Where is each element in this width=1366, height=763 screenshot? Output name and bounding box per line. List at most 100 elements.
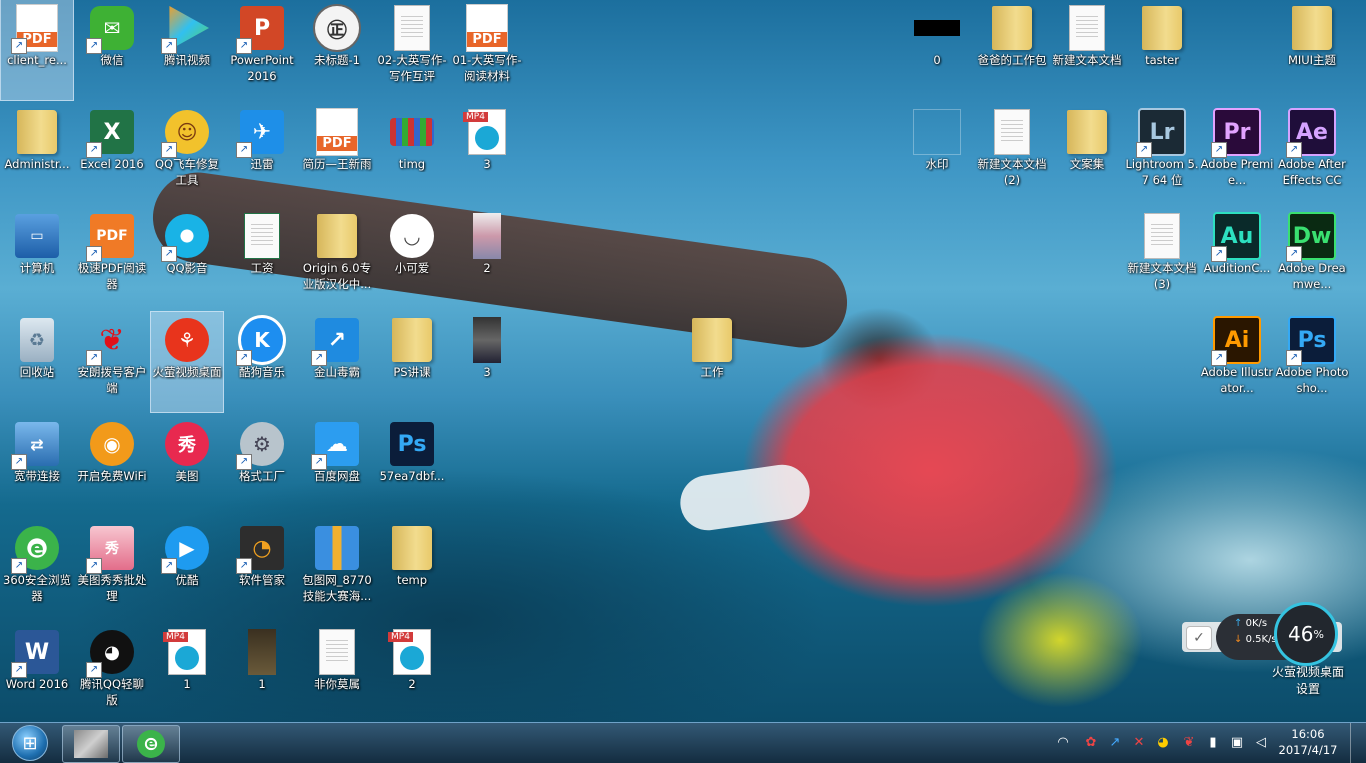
desktop-icon-administrator[interactable]: Administr... — [1, 104, 73, 204]
browser-360-icon: e ↗ — [11, 524, 61, 574]
desktop-icon-salary[interactable]: 工资 — [226, 208, 298, 308]
desktop-icon-qq-player[interactable]: ↗ QQ影音 — [151, 208, 223, 308]
desktop-icon-recycle-bin[interactable]: ♻ 回收站 — [1, 312, 73, 412]
memory-percent-ring[interactable]: 46% — [1274, 602, 1338, 666]
network-tray-icon[interactable]: ▣ — [1228, 734, 1246, 752]
qq-tray-icon[interactable]: ◕ — [1154, 734, 1172, 752]
desktop-icon-image-1[interactable]: 1 — [226, 624, 298, 722]
desktop-icon-huoying[interactable]: ⚘ 火萤视频桌面 — [150, 311, 224, 413]
desktop-icon-illustrator[interactable]: Ai ↗ Adobe Illustrator... — [1201, 312, 1273, 412]
desktop-icon-label: 腾讯视频 — [164, 53, 210, 67]
desktop-icon-resume-pdf[interactable]: PDF 简历—王新雨 — [301, 104, 373, 204]
desktop-icon-lightroom[interactable]: Lr ↗ Lightroom 5.7 64 位 — [1125, 104, 1199, 204]
usb-tray-icon[interactable]: ▮ — [1204, 734, 1222, 752]
desktop-icon-format-factory[interactable]: ⚙ ↗ 格式工厂 — [226, 416, 298, 516]
desktop-icon-qq-speed-repair[interactable]: ☺ ↗ QQ飞车修复工具 — [151, 104, 223, 204]
desktop-icon-temp[interactable]: temp — [376, 520, 448, 620]
desktop-icon-mp4-2[interactable]: MP4 2 — [376, 624, 448, 722]
desktop-icon-label: 迅雷 — [250, 157, 274, 171]
checkmark-icon[interactable]: ✓ — [1186, 626, 1212, 650]
wifi-tray-icon[interactable]: ◠ — [1054, 734, 1072, 752]
image-thumbnail-icon — [463, 212, 511, 260]
widget-label[interactable]: 火萤视频桌面设置 — [1270, 664, 1346, 698]
desktop-wallpaper: PDF ↗ client_re... Administr... ▭ 计算机 ♻ 回… — [0, 0, 1366, 722]
desktop-icon-copywriting[interactable]: 文案集 — [1051, 104, 1123, 204]
huoying-icon: ⚘ — [163, 316, 211, 364]
taskbar-app-360-browser[interactable]: e — [122, 725, 180, 763]
desktop-icon-reading-material[interactable]: PDF 01-大英写作-阅读材料 — [451, 0, 523, 100]
meitu-batch-icon: 秀 ↗ — [86, 524, 136, 574]
text-file-icon — [1063, 4, 1111, 52]
desktop-icon-excel-2016[interactable]: X ↗ Excel 2016 — [76, 104, 148, 204]
desktop-icon-origin-folder[interactable]: Origin 6.0专业版汉化中... — [301, 208, 373, 308]
desktop-icon-dad-work[interactable]: 爸爸的工作包 — [976, 0, 1048, 100]
desktop-icon-premiere[interactable]: Pr ↗ Adobe Premie... — [1201, 104, 1273, 204]
desktop-icon-youku[interactable]: ▶ ↗ 优酷 — [151, 520, 223, 620]
desktop-icon-client-pdf[interactable]: PDF ↗ client_re... — [0, 0, 74, 101]
desktop-icon-meitu-batch[interactable]: 秀 ↗ 美图秀秀批处理 — [76, 520, 148, 620]
desktop-icon-new-text[interactable]: 新建文本文档 — [1051, 0, 1123, 100]
start-button[interactable]: ⊞ — [4, 724, 56, 762]
desktop-icon-dialer[interactable]: ❦ ↗ 安朗拨号客户端 — [76, 312, 148, 412]
desktop-icon-untitled-1[interactable]: ㊣ 未标题-1 — [301, 0, 373, 100]
desktop-icon-zip-archive[interactable]: 包图网_8770技能大赛海... — [301, 520, 373, 620]
folder-icon — [388, 316, 436, 364]
desktop-icon-baidu-netdisk[interactable]: ☁ ↗ 百度网盘 — [301, 416, 373, 516]
show-desktop-button[interactable] — [1350, 723, 1365, 763]
desktop-icon-word-2016[interactable]: W ↗ Word 2016 — [1, 624, 73, 722]
desktop-icon-powerpoint[interactable]: P ↗ PowerPoint 2016 — [226, 0, 298, 100]
huoying-tray-icon[interactable]: ✿ — [1082, 734, 1100, 752]
duba-tray-icon[interactable]: ↗ — [1106, 734, 1124, 752]
volume-tray-icon[interactable]: ◁ — [1252, 734, 1270, 752]
network-icon: ⇄ ↗ — [11, 420, 61, 470]
desktop-icon-software-manager[interactable]: ◔ ↗ 软件管家 — [226, 520, 298, 620]
desktop-icon-image-3[interactable]: 3 — [451, 312, 523, 412]
desktop-icon-writing-peer-review[interactable]: 02-大英写作-写作互评 — [376, 0, 448, 100]
desktop-icon-mp4-3[interactable]: MP4 3 — [451, 104, 523, 204]
desktop-icon-label: QQ影音 — [166, 261, 208, 275]
security-tray-icon[interactable]: ✕ — [1130, 734, 1148, 752]
desktop-icon-image-2[interactable]: 2 — [451, 208, 523, 308]
desktop-icon-label: Adobe After Effects CC — [1278, 157, 1346, 187]
desktop-icon-duba[interactable]: ↗ ↗ 金山毒霸 — [301, 312, 373, 412]
desktop-icon-broadband[interactable]: ⇄ ↗ 宽带连接 — [1, 416, 73, 516]
desktop-icon-photoshop[interactable]: Ps ↗ Adobe Photosho... — [1276, 312, 1348, 412]
desktop-icon-label: 工作 — [700, 365, 724, 379]
desktop-icon-after-effects[interactable]: Ae ↗ Adobe After Effects CC — [1276, 104, 1348, 204]
desktop-icon-360-browser[interactable]: e ↗ 360安全浏览器 — [1, 520, 73, 620]
desktop-icon-watermark[interactable]: 水印 — [901, 104, 973, 204]
desktop-icon-ps-lecture[interactable]: PS讲课 — [376, 312, 448, 412]
powerpoint-icon: P ↗ — [236, 4, 286, 54]
desktop-icon-wechat[interactable]: ✉ ↗ 微信 — [76, 0, 148, 100]
desktop-icon-meitu[interactable]: 秀 美图 — [151, 416, 223, 516]
desktop-icon-pdf-reader[interactable]: PDF ↗ 极速PDF阅读器 — [76, 208, 148, 308]
desktop-icon-feinimoshu[interactable]: 非你莫属 — [301, 624, 373, 722]
desktop-icon-miui-theme[interactable]: MIUI主题 — [1276, 0, 1348, 100]
desktop-icon-tencent-video[interactable]: ↗ 腾讯视频 — [151, 0, 223, 100]
taskbar-app-photo-viewer[interactable] — [62, 725, 120, 763]
desktop-icon-zero[interactable]: 0 — [901, 0, 973, 100]
desktop-icon-computer[interactable]: ▭ 计算机 — [1, 208, 73, 308]
desktop-icon-label: 1 — [183, 677, 191, 691]
desktop-icon-kugou[interactable]: K ↗ 酷狗音乐 — [226, 312, 298, 412]
folder-icon — [1063, 108, 1111, 156]
word-file-icon — [313, 628, 361, 676]
desktop-icon-new-text-2[interactable]: 新建文本文档 (2) — [976, 104, 1048, 204]
desktop-icon-mp4-1[interactable]: MP4 1 — [151, 624, 223, 722]
desktop-icon-qq-lite[interactable]: ◕ ↗ 腾讯QQ轻聊版 — [76, 624, 148, 722]
system-clock[interactable]: 16:06 2017/4/17 — [1278, 726, 1338, 758]
desktop-icon-free-wifi[interactable]: ◉ 开启免费WiFi — [76, 416, 148, 516]
desktop-icon-xunlei[interactable]: ✈ ↗ 迅雷 — [226, 104, 298, 204]
desktop-icon-audition[interactable]: Au ↗ AuditionC... — [1201, 208, 1273, 308]
desktop-icon-dreamweaver[interactable]: Dw ↗ Adobe Dreamwe... — [1276, 208, 1348, 308]
dialer-tray-icon[interactable]: ❦ — [1180, 734, 1198, 752]
desktop-icon-xiaokeai[interactable]: ◡ 小可爱 — [376, 208, 448, 308]
desktop-icon-work-folder[interactable]: 工作 — [676, 312, 748, 412]
desktop-icon-psd-file[interactable]: Ps 57ea7dbf... — [376, 416, 448, 516]
desktop-icon-timg[interactable]: timg — [376, 104, 448, 204]
network-speed-widget[interactable]: ✓ ↑ 0K/s ↓ 0.5K/s 46% — [1182, 600, 1352, 670]
desktop-icon-new-text-3[interactable]: 新建文本文档 (3) — [1126, 208, 1198, 308]
qq-speed-icon: ☺ ↗ — [161, 108, 211, 158]
desktop-icon-taster[interactable]: taster — [1126, 0, 1198, 100]
desktop-icon-label: Word 2016 — [5, 677, 69, 691]
